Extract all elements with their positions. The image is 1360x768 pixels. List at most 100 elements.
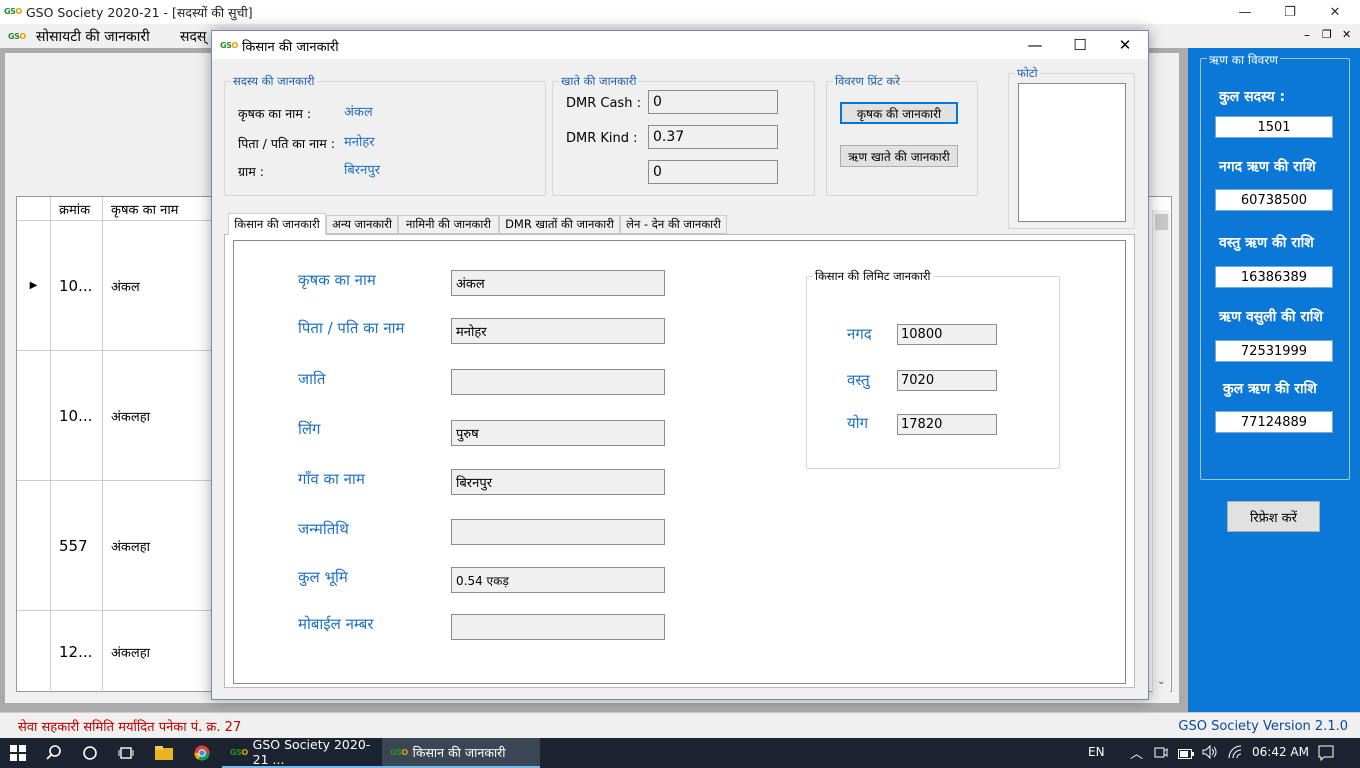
scrollbar-thumb[interactable] [1155,214,1168,230]
cash-loan-value: 60738500 [1215,189,1333,211]
table-row-name[interactable]: अंकल [103,221,223,351]
farmer-info-dialog: GSO किसान की जानकारी — ☐ ✕ सदस्य की जानक… [211,30,1149,700]
battery-icon[interactable] [1178,748,1194,762]
file-explorer-icon[interactable] [146,738,182,768]
notification-icon[interactable] [1318,745,1334,764]
table-row-name[interactable]: अंकलहा [103,611,223,693]
taskbar-app-gso-society[interactable]: GSO GSO Society 2020-21 ... [222,737,382,768]
clock-time[interactable]: 06:42 AM [1252,745,1309,759]
gender-label: लिंग [298,420,321,438]
recovery-label: ऋण वसुली की राशि [1219,309,1323,325]
dialog-title: किसान की जानकारी [242,40,339,55]
village-value: बिरनपुर [344,163,381,178]
dmr-kind-label: DMR Kind : [566,131,638,146]
search-icon[interactable] [36,738,72,768]
tab-farmer-info[interactable]: किसान की जानकारी [228,213,326,235]
table-row-serial[interactable]: 10... [51,351,103,481]
dialog-close-icon[interactable]: ✕ [1102,31,1148,59]
farmer-limit-legend: किसान की लिमिट जानकारी [815,269,931,283]
farmer-form-panel: कृषक का नाम अंकल पिता / पति का नाम मनोहर… [233,240,1126,684]
print-loan-account-button[interactable]: ऋण खाते की जानकारी [840,145,958,167]
main-window-title: GSO Society 2020-21 - [सदस्यों की सुची] [26,5,253,20]
dmr-cash-label: DMR Cash : [566,96,641,111]
table-row-name[interactable]: अंकलहा [103,481,223,611]
status-bar: सेवा सहकारी समिति मर्यादित पनेका पं. क्र… [0,712,1360,738]
member-name-value: अंकल [344,105,373,120]
chevron-up-icon[interactable]: ︿ [1130,743,1143,762]
gender-field[interactable]: पुरुष [451,420,665,446]
windows-start-icon[interactable] [0,738,36,768]
dmr-kind-field[interactable]: 0.37 [648,125,778,149]
member-name-label: कृषक का नाम : [238,106,312,121]
dmr-other-field[interactable]: 0 [648,160,778,184]
total-limit-label: योग [847,414,869,432]
farmer-name-field[interactable]: अंकल [451,270,665,296]
dialog-maximize-icon[interactable]: ☐ [1057,31,1103,59]
scroll-down-icon[interactable]: ⌄ [1157,676,1165,687]
taskbar-app-label: GSO Society 2020-21 ... [252,737,371,767]
total-members-label: कुल सदस्य : [1219,89,1286,105]
menu-society-info[interactable]: सोसायटी की जानकारी [36,27,150,46]
total-loan-value: 77124889 [1215,411,1333,433]
meet-now-icon[interactable] [1154,746,1168,763]
version-status: GSO Society Version 2.1.0 [1178,719,1348,734]
mdi-restore-icon[interactable]: ❐ [1322,28,1332,41]
village-name-field[interactable]: बिरनपुर [451,469,665,495]
village-name-label: गाँव का नाम [298,470,365,488]
table-row-serial[interactable]: 557 [51,481,103,611]
mobile-number-field[interactable] [451,614,665,640]
photo-legend: फोटो [1017,66,1038,80]
cash-limit-field[interactable]: 10800 [897,324,997,345]
close-icon[interactable]: ✕ [1312,0,1358,24]
total-loan-label: कुल ऋण की राशि [1223,381,1317,397]
chrome-icon[interactable] [184,738,220,768]
society-name-status: सेवा सहकारी समिति मर्यादित पनेका पं. क्र… [18,720,242,735]
language-indicator[interactable]: EN [1088,745,1105,759]
total-land-label: कुल भूमि [298,568,348,586]
tab-dmr-accounts[interactable]: DMR खातों की जानकारी [499,215,620,234]
wifi-icon[interactable] [1228,745,1244,762]
loan-details-legend: ऋण का विवरण [1207,51,1280,68]
father-husband-name-field[interactable]: मनोहर [451,318,665,344]
column-header-farmer-name[interactable]: कृषक का नाम [103,197,223,221]
tab-nominee-info[interactable]: नामिनी की जानकारी [398,215,499,234]
tab-transactions[interactable]: लेन - देन की जानकारी [620,215,727,234]
column-header-serial[interactable]: क्रमांक [51,197,103,221]
dialog-minimize-icon[interactable]: — [1012,31,1058,59]
kind-limit-field[interactable]: 7020 [897,370,997,391]
print-details-group: विवरण प्रिंट करे [826,74,978,196]
total-limit-field[interactable]: 17820 [897,414,997,435]
task-view-icon[interactable] [108,738,144,768]
photo-frame[interactable] [1018,83,1126,222]
dialog-title-bar: GSO किसान की जानकारी — ☐ ✕ [212,31,1148,59]
dmr-cash-field[interactable]: 0 [648,90,778,114]
father-name-label: पिता / पति का नाम : [238,136,335,151]
mdi-close-icon[interactable]: ✕ [1342,28,1351,41]
table-row-serial[interactable]: 10... [51,221,103,351]
maximize-icon[interactable]: ❐ [1267,0,1313,24]
recovery-value: 72531999 [1215,340,1333,362]
member-info-legend: सदस्य की जानकारी [233,74,315,88]
total-land-field[interactable]: 0.54 एकड़ [451,567,665,593]
cash-limit-label: नगद [847,325,872,343]
table-row-serial[interactable]: 12... [51,611,103,693]
taskbar-gso-icon: GSO [230,747,248,757]
minimize-icon[interactable]: — [1222,0,1268,24]
menu-logo-icon: GSO [8,32,26,41]
refresh-button[interactable]: रिफ्रेश करें [1227,501,1320,532]
tab-other-info[interactable]: अन्य जानकारी [326,215,398,234]
kind-loan-value: 16386389 [1215,266,1333,288]
mdi-minimize-icon[interactable]: – [1304,28,1310,42]
caste-label: जाति [298,370,326,388]
village-label: ग्राम : [238,164,264,179]
menu-members[interactable]: सदस् [180,27,206,46]
grid-scrollbar[interactable]: ⌄ [1152,210,1170,694]
birth-date-field[interactable] [451,519,665,545]
kind-limit-label: वस्तु [847,371,870,389]
table-row-name[interactable]: अंकलहा [103,351,223,481]
caste-field[interactable] [451,369,665,395]
volume-icon[interactable] [1202,744,1218,762]
print-farmer-info-button[interactable]: कृषक की जानकारी [840,102,958,124]
taskbar-app-farmer-info[interactable]: GSO किसान की जानकारी [382,738,540,768]
cortana-icon[interactable] [72,738,108,768]
